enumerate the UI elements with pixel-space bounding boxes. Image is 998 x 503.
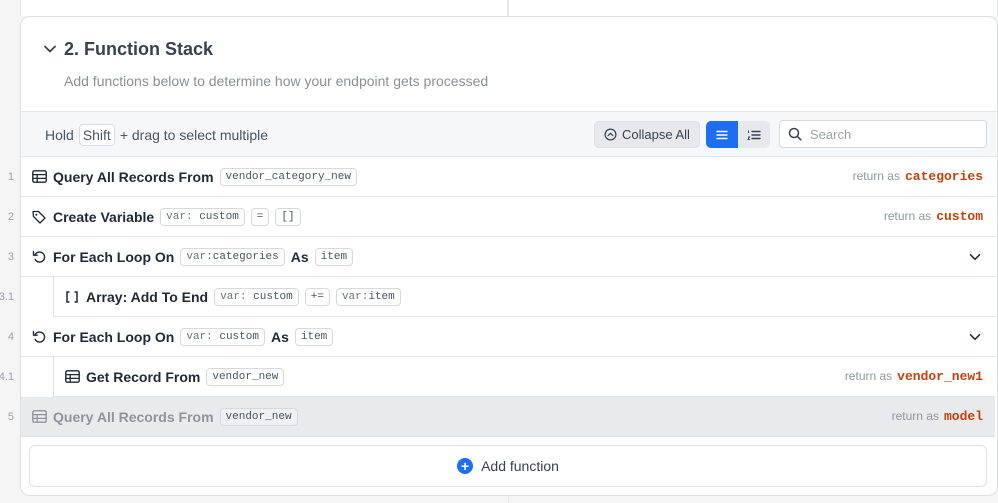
multi-select-hint: Hold Shift + drag to select multiple — [45, 124, 268, 146]
section-header: 2. Function Stack Add functions below to… — [21, 17, 997, 111]
array-icon — [64, 289, 80, 305]
line-number: 3 — [7, 251, 14, 263]
function-row[interactable]: Query All Records From vendor_category_n… — [21, 157, 995, 197]
top-strip — [0, 0, 998, 16]
function-name: Query All Records From — [53, 408, 214, 425]
section-title: 2. Function Stack — [64, 39, 214, 59]
chip-value: categories — [212, 250, 279, 263]
value-chip[interactable]: [] — [275, 207, 301, 226]
variable-chip[interactable]: var:categories — [180, 247, 285, 266]
top-strip-cell-right — [508, 0, 998, 16]
list-icon — [716, 130, 728, 139]
return-as: return as vendor_new1 — [845, 369, 983, 384]
function-row-disabled[interactable]: Query All Records From vendor_new return… — [21, 397, 995, 437]
function-row-nested[interactable]: Array: Add To End var: custom += var:ite… — [53, 277, 995, 317]
search-input[interactable] — [810, 126, 970, 142]
function-name: Get Record From — [86, 368, 201, 385]
value-chip[interactable]: var:item — [335, 287, 401, 306]
item-chip[interactable]: item — [314, 247, 354, 266]
list-view-button[interactable] — [706, 121, 738, 148]
line-number: 5 — [7, 411, 14, 423]
collapse-circle-icon — [604, 128, 617, 141]
chip-value: item — [368, 290, 395, 303]
table-chip[interactable]: vendor_new — [219, 407, 298, 426]
variable-chip[interactable]: var: custom — [214, 287, 299, 306]
function-name: For Each Loop On — [53, 328, 175, 345]
chip-prefix: var: — [186, 250, 213, 263]
function-name: Array: Add To End — [86, 288, 209, 305]
chevron-down-icon[interactable] — [969, 251, 981, 263]
function-name: For Each Loop On — [53, 248, 175, 265]
loop-icon — [31, 329, 47, 345]
chip-prefix: var: — [186, 330, 213, 343]
variable-chip[interactable]: var: custom — [180, 327, 265, 346]
return-label: return as — [844, 369, 893, 383]
function-row-nested[interactable]: Get Record From vendor_new return as ven… — [53, 357, 995, 397]
chip-value: custom — [253, 290, 293, 303]
line-number: 4.1 — [0, 371, 14, 383]
section-subtitle: Add functions below to determine how you… — [64, 73, 489, 89]
chip-prefix: var: — [341, 290, 369, 303]
add-function-button[interactable]: + Add function — [29, 445, 987, 487]
return-variable[interactable]: categories — [905, 169, 983, 184]
line-number: 2 — [7, 211, 14, 223]
search-icon — [788, 127, 802, 141]
loop-icon — [31, 249, 47, 265]
collapse-all-button[interactable]: Collapse All — [594, 121, 700, 148]
return-variable[interactable]: vendor_new1 — [897, 369, 983, 384]
numbered-view-button[interactable] — [738, 121, 770, 148]
top-strip-cell-left — [20, 0, 508, 16]
chevron-down-icon[interactable] — [43, 42, 57, 56]
chip-value: custom — [199, 210, 239, 223]
toolbar: Hold Shift + drag to select multiple Col… — [21, 111, 997, 157]
chip-value: custom — [219, 330, 259, 343]
item-chip[interactable]: item — [294, 327, 334, 346]
plus-circle-icon: + — [457, 458, 474, 474]
function-row[interactable]: Create Variable var: custom = [] return … — [21, 197, 995, 237]
return-as: return as categories — [853, 169, 983, 184]
operator-chip[interactable]: += — [304, 287, 330, 306]
chevron-down-icon[interactable] — [969, 331, 981, 343]
line-number: 4 — [7, 331, 14, 343]
chip-prefix: var: — [220, 290, 247, 303]
table-icon — [64, 369, 80, 385]
table-icon — [31, 169, 47, 185]
collapse-all-label: Collapse All — [622, 127, 690, 142]
return-label: return as — [891, 409, 939, 423]
table-chip[interactable]: vendor_new — [206, 367, 285, 386]
search-box[interactable] — [779, 120, 987, 148]
hint-suffix: + drag to select multiple — [119, 127, 269, 143]
table-icon — [31, 409, 47, 425]
operator-chip[interactable]: = — [250, 207, 270, 226]
return-as: return as custom — [884, 209, 983, 224]
line-number: 1 — [7, 171, 14, 183]
as-keyword: As — [270, 328, 289, 345]
shift-key: Shift — [78, 124, 115, 146]
return-variable[interactable]: model — [944, 409, 983, 424]
table-chip[interactable]: vendor_category_new — [219, 167, 357, 186]
tag-icon — [31, 209, 47, 225]
return-label: return as — [883, 209, 932, 223]
function-row[interactable]: For Each Loop On var:categories As item — [21, 237, 995, 277]
function-stack-panel: 2. Function Stack Add functions below to… — [20, 16, 998, 496]
add-function-label: Add function — [481, 458, 559, 474]
function-row[interactable]: For Each Loop On var: custom As item — [21, 317, 995, 357]
function-name: Query All Records From — [53, 168, 214, 185]
line-number: 3.1 — [0, 291, 14, 303]
variable-chip[interactable]: var: custom — [160, 207, 245, 226]
function-name: Create Variable — [53, 208, 155, 225]
numbered-list-icon — [747, 130, 761, 140]
return-as: return as model — [892, 409, 983, 424]
chip-prefix: var: — [166, 210, 193, 223]
return-label: return as — [852, 169, 900, 183]
view-mode-toggle — [706, 121, 770, 148]
hint-prefix: Hold — [45, 127, 74, 143]
as-keyword: As — [290, 248, 309, 265]
return-variable[interactable]: custom — [936, 209, 983, 224]
